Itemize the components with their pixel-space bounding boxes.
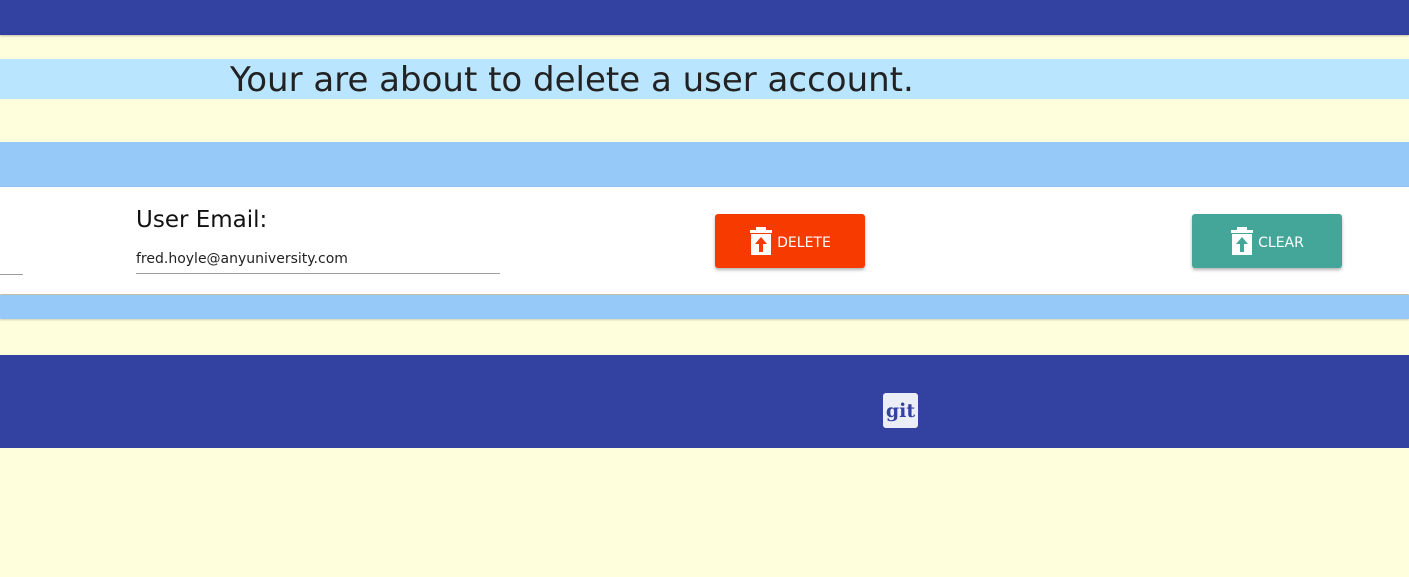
partial-input-underline — [0, 274, 23, 275]
user-email-label: User Email: — [136, 207, 268, 233]
page-title: Your are about to delete a user account. — [230, 60, 914, 100]
trash-upload-icon — [749, 227, 773, 255]
form-footer-band — [0, 295, 1409, 319]
footer — [0, 355, 1409, 448]
user-email-input[interactable] — [136, 244, 500, 274]
trash-upload-icon — [1230, 227, 1254, 255]
page: Your are about to delete a user account.… — [0, 0, 1409, 577]
top-app-bar — [0, 0, 1409, 35]
form-header-band — [0, 142, 1409, 187]
clear-button[interactable]: CLEAR — [1192, 214, 1342, 268]
delete-button-label: DELETE — [777, 235, 831, 251]
delete-button[interactable]: DELETE — [715, 214, 865, 268]
clear-button-label: CLEAR — [1258, 235, 1304, 251]
git-link[interactable]: git — [883, 393, 918, 428]
